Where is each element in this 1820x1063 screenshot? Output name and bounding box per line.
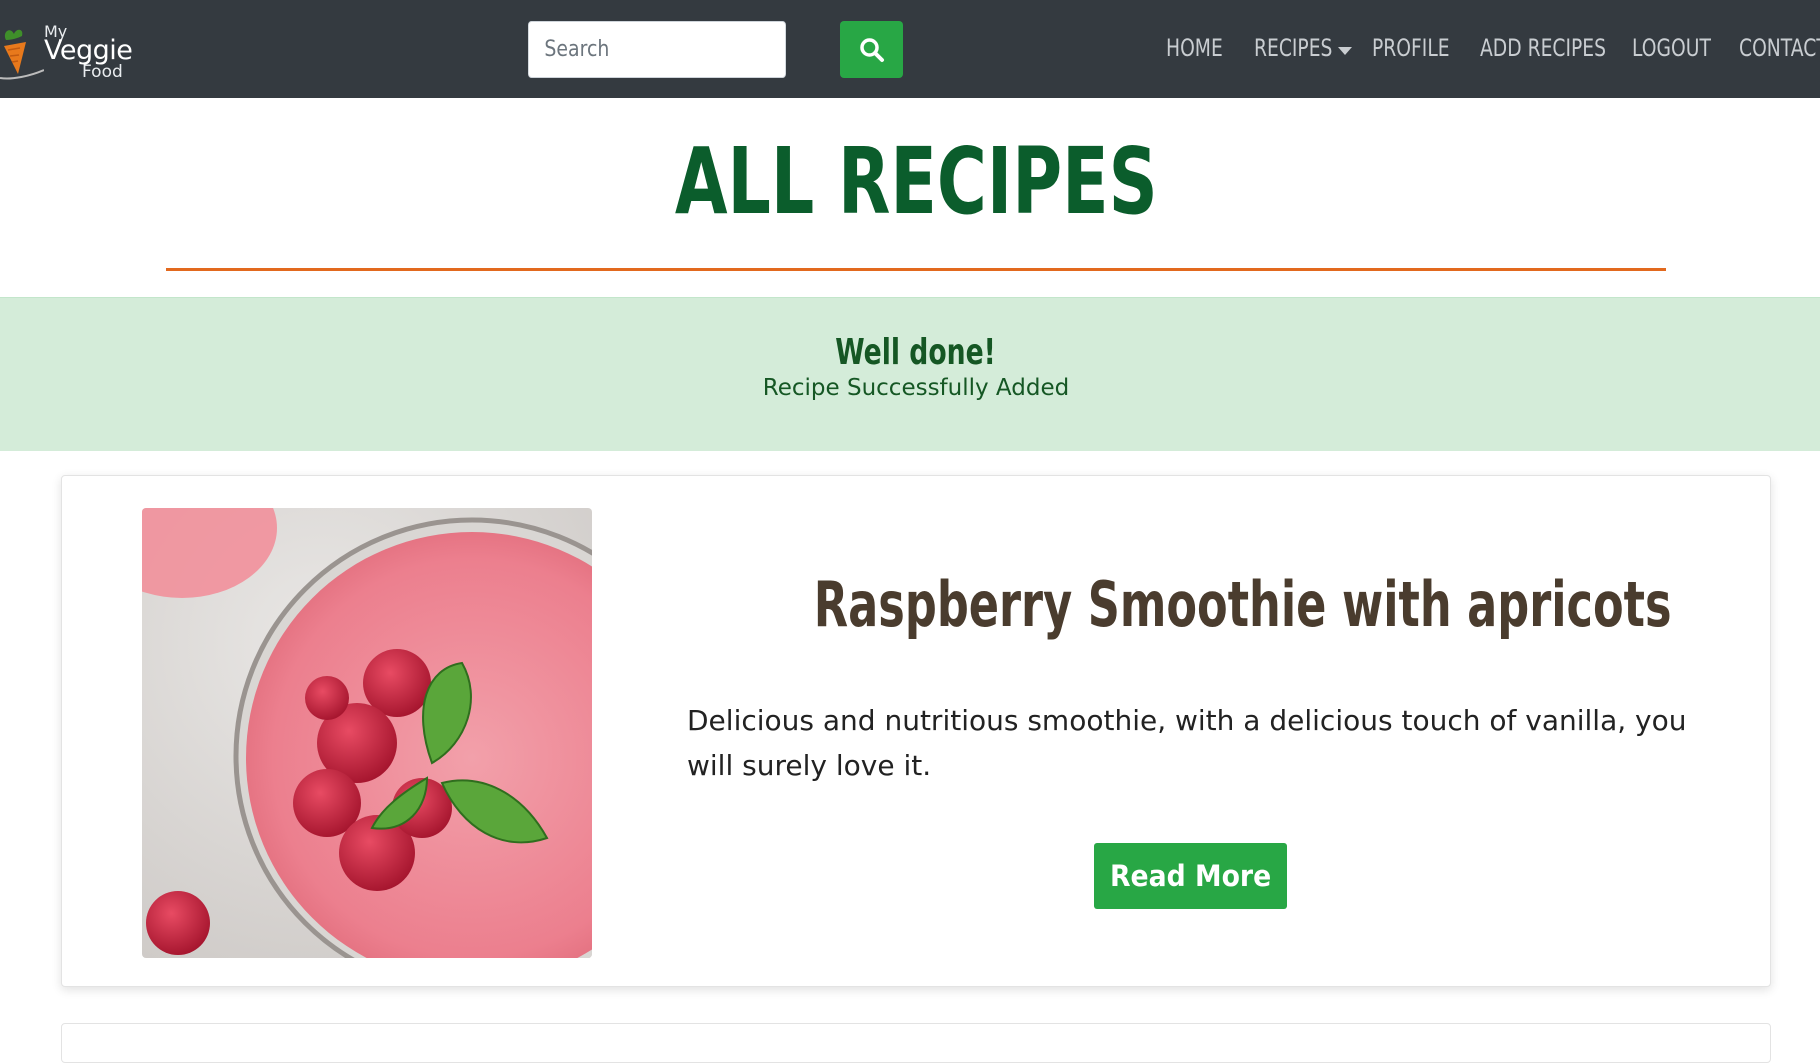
nav-profile[interactable]: PROFILE — [1372, 34, 1450, 62]
nav-recipes-dropdown[interactable]: RECIPES — [1254, 34, 1355, 68]
page-title-text: ALL RECIPES — [674, 128, 1158, 235]
search-button[interactable] — [840, 21, 903, 78]
title-divider — [166, 268, 1666, 271]
carrot-logo-icon — [0, 29, 44, 80]
search-input[interactable] — [528, 21, 786, 78]
site-logo[interactable]: My Veggie Food — [0, 18, 140, 84]
recipe-description: Delicious and nutritious smoothie, with … — [687, 704, 1687, 782]
nav-add-recipes[interactable]: ADD RECIPES — [1480, 34, 1606, 62]
nav-logout[interactable]: LOGOUT — [1632, 34, 1711, 62]
raspberry-smoothie-image — [142, 508, 592, 958]
alert-heading: Well done! — [0, 332, 1820, 373]
next-recipe-card — [61, 1023, 1771, 1063]
read-more-button[interactable]: Read More — [1094, 843, 1287, 909]
brand-line-3: Food — [82, 62, 123, 82]
recipe-title-text: Raspberry Smoothie with apricots — [813, 568, 1672, 641]
recipe-image-graphic — [142, 508, 592, 958]
nav-contact[interactable]: CONTACT — [1739, 34, 1820, 62]
search-icon — [859, 37, 884, 62]
nav-home[interactable]: HOME — [1166, 34, 1223, 62]
read-more-label: Read More — [1109, 859, 1272, 893]
navbar: My Veggie Food HOME RECIPES PROFILE ADD … — [0, 0, 1820, 98]
success-alert: Well done! Recipe Successfully Added — [0, 297, 1820, 451]
alert-message: Recipe Successfully Added — [762, 375, 1070, 401]
nav-recipes[interactable]: RECIPES — [1254, 34, 1332, 62]
alert-heading-text: Well done! — [835, 332, 997, 373]
chevron-down-icon — [1338, 47, 1352, 55]
page-title: ALL RECIPES — [0, 128, 1820, 235]
recipe-title[interactable]: Raspberry Smoothie with apricots — [647, 568, 1672, 641]
recipe-card: Raspberry Smoothie with apricots Delicio… — [61, 475, 1771, 987]
